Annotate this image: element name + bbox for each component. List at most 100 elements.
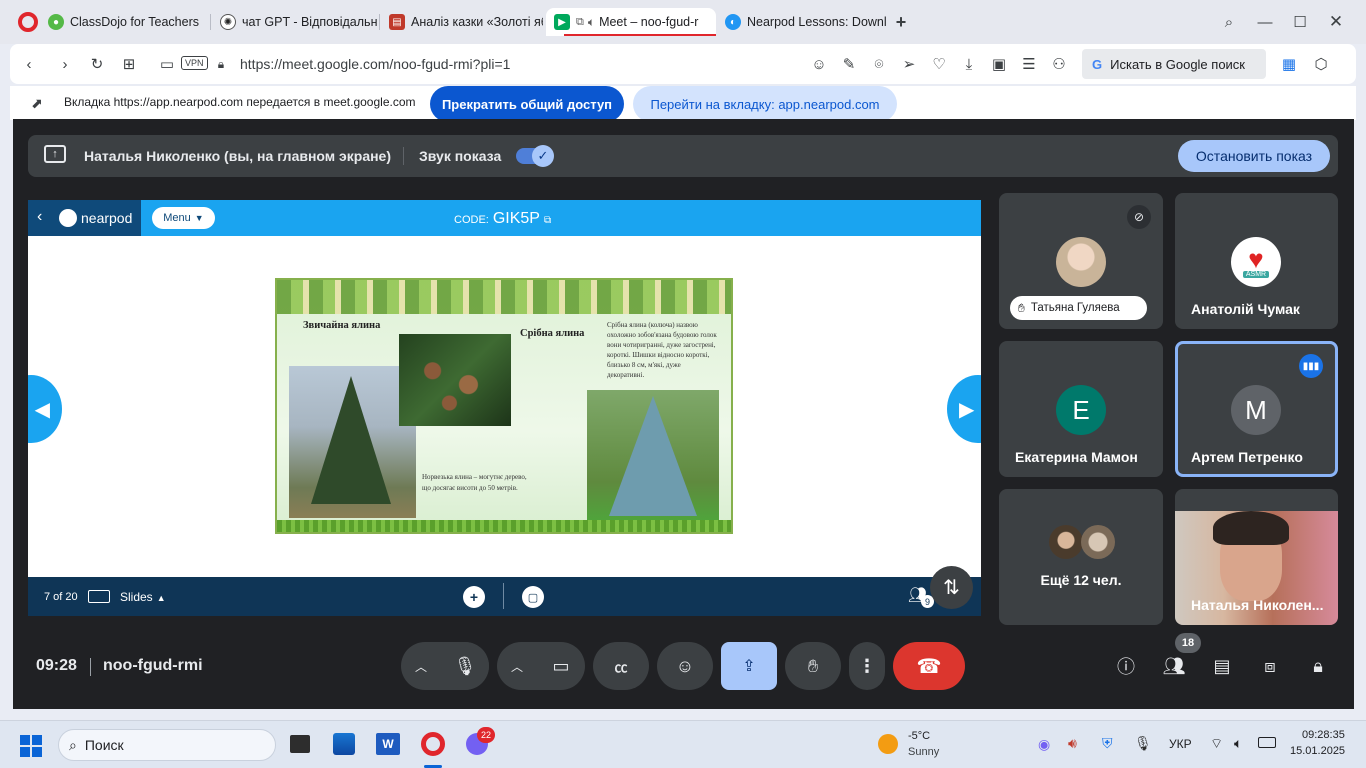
share-sound-toggle[interactable]: ✓ xyxy=(516,145,554,167)
store-icon[interactable] xyxy=(333,733,355,755)
chevron-up-icon[interactable]: ︿ xyxy=(401,658,441,675)
whiteboard-button[interactable]: ▢ xyxy=(522,586,544,608)
windows-taskbar: ⌕ Поиск W 22 -5°C Sunny ◉ 🔊︎ ⛨ 🎙︎ УКР ⌔ … xyxy=(0,720,1366,768)
mic-button[interactable]: 🎙︎ xyxy=(441,642,489,690)
close-window-button[interactable]: ✕ xyxy=(1325,11,1347,33)
participant-tile-speaking[interactable]: ▮▮▮ M Артем Петренко xyxy=(1175,341,1338,477)
self-video-tile[interactable]: Наталья Николен... xyxy=(1175,489,1338,625)
start-button[interactable] xyxy=(20,735,42,757)
caret-down-icon: ▼ xyxy=(194,213,204,223)
url-field[interactable]: https://meet.google.com/noo-fgud-rmi?pli… xyxy=(240,56,510,72)
people-icon[interactable]: 👥︎ xyxy=(1162,654,1186,678)
volume-red-icon[interactable]: 🔊︎ xyxy=(1068,735,1077,752)
participant-tile[interactable]: ⊘ ✋︎ Татьяна Гуляева xyxy=(999,193,1163,329)
reactions-button[interactable]: ☺ xyxy=(657,642,713,690)
slide-canvas: Звичайна ялина Срібна ялина Срібна ялина… xyxy=(275,236,733,576)
security-icon[interactable]: ⛨ xyxy=(1102,735,1113,752)
google-icon: G xyxy=(1092,56,1103,72)
forward-button[interactable]: › xyxy=(54,53,76,75)
emoji-icon[interactable]: ☺ xyxy=(808,53,830,75)
settings-easy-icon[interactable]: ☰ xyxy=(1018,53,1040,75)
lock-icon[interactable]: 🔒︎ xyxy=(210,53,232,75)
volume-icon[interactable]: 🔈︎ xyxy=(1234,735,1242,752)
slides-panel-icon[interactable] xyxy=(88,590,110,603)
speed-dial-icon[interactable]: ⊞ xyxy=(118,53,140,75)
reload-button[interactable]: ↻ xyxy=(86,53,108,75)
task-view-icon[interactable] xyxy=(290,735,310,753)
google-search-box[interactable]: G Искать в Google поиск xyxy=(1082,49,1266,79)
opera-logo-icon[interactable] xyxy=(18,12,38,32)
back-button[interactable]: ‹ xyxy=(18,53,40,75)
participant-tile[interactable]: ♥ ASMR Анатолій Чумак xyxy=(1175,193,1338,329)
stop-presenting-button[interactable]: Остановить показ xyxy=(1178,140,1330,172)
tab-nearpod[interactable]: ◐ Nearpod Lessons: Downlo xyxy=(717,8,887,36)
google-search-label: Искать в Google поиск xyxy=(1110,56,1245,72)
tab-chatgpt[interactable]: ✺ чат GPT - Відповідальніст xyxy=(212,8,377,36)
clock-time[interactable]: 09:28:35 xyxy=(1302,729,1345,741)
player-icon[interactable]: ▣ xyxy=(988,53,1010,75)
info-icon[interactable]: ⓘ xyxy=(1114,654,1138,678)
profile-icon[interactable]: ⚇ xyxy=(1048,53,1070,75)
weather-temp[interactable]: -5°C xyxy=(908,730,930,742)
tab-label: ClassDojo for Teachers xyxy=(70,15,199,29)
participant-name: Татьяна Гуляева xyxy=(1030,302,1120,314)
more-options-button[interactable]: ⋮ xyxy=(849,642,885,690)
taskbar-search[interactable]: ⌕ Поиск xyxy=(58,729,276,761)
more-participants-tile[interactable]: Ещё 12 чел. xyxy=(999,489,1163,625)
opera-taskbar-icon[interactable] xyxy=(421,732,445,756)
battery-icon[interactable] xyxy=(1258,737,1276,748)
external-link-icon[interactable]: ⧉ xyxy=(544,215,551,226)
presenting-bar: ↑ Наталья Николенко (вы, на главном экра… xyxy=(28,135,1338,177)
captions-button[interactable]: ㏄ xyxy=(593,642,649,690)
chevron-up-icon[interactable]: ︿ xyxy=(497,658,537,675)
nearpod-menu-button[interactable]: Menu ▼ xyxy=(152,207,215,229)
next-slide-button[interactable]: ▶ xyxy=(947,375,981,443)
slides-toggle[interactable]: Slides ▲ xyxy=(120,590,166,604)
host-controls-icon[interactable]: 🔒︎ xyxy=(1306,654,1330,678)
microphone-tray-icon[interactable]: 🎙︎ xyxy=(1134,735,1152,752)
tab-analysis[interactable]: ▤ Аналіз казки «Золоті ябл xyxy=(381,8,543,36)
wifi-icon[interactable]: ⌔ xyxy=(1210,735,1223,753)
participant-name: Наталья Николен... xyxy=(1191,597,1324,613)
tab-meet[interactable]: ▶ ⧉ 🔈︎ Meet – noo-fgud-r xyxy=(546,8,716,36)
stop-sharing-button[interactable]: Прекратить общий доступ xyxy=(430,86,624,122)
present-button[interactable]: ⇪ xyxy=(721,642,777,690)
edit-icon[interactable]: ✎ xyxy=(838,53,860,75)
participant-tile[interactable]: E Екатерина Мамон xyxy=(999,341,1163,477)
leave-call-button[interactable]: ☎︎ xyxy=(893,642,965,690)
tab-classdojo[interactable]: ● ClassDojo for Teachers xyxy=(40,8,208,36)
clock-date[interactable]: 15.01.2025 xyxy=(1290,745,1345,757)
language-indicator[interactable]: УКР xyxy=(1169,737,1192,751)
viber-tray-icon[interactable]: ◉ xyxy=(1038,736,1050,753)
nearpod-logo-icon xyxy=(59,209,77,227)
leaf-border xyxy=(277,280,731,314)
vpn-badge[interactable]: VPN xyxy=(181,56,208,70)
go-to-tab-button[interactable]: Перейти на вкладку: app.nearpod.com xyxy=(633,86,897,122)
add-activity-button[interactable]: + xyxy=(463,586,485,608)
speaking-indicator-icon: ▮▮▮ xyxy=(1299,354,1323,378)
heart-icon[interactable]: ♡ xyxy=(928,53,950,75)
prev-slide-button[interactable]: ◀ xyxy=(28,375,62,443)
share-sound-label: Звук показа xyxy=(419,148,502,164)
new-tab-button[interactable]: + xyxy=(890,11,912,33)
back-icon[interactable]: ‹ xyxy=(37,208,42,226)
snapshot-icon[interactable]: ⌾ xyxy=(868,53,890,75)
download-icon[interactable]: ⤓ xyxy=(958,53,980,75)
sidebar-icon[interactable]: ▦ xyxy=(1278,53,1300,75)
send-icon[interactable]: ➢ xyxy=(898,53,920,75)
swap-layout-button[interactable]: ⇅ xyxy=(930,566,973,609)
maximize-button[interactable]: ☐ xyxy=(1289,11,1311,33)
camera-button[interactable]: ▭ xyxy=(537,656,585,677)
search-tabs-icon[interactable]: ⌕ xyxy=(1218,11,1240,33)
chat-icon[interactable]: ▤ xyxy=(1210,654,1234,678)
slides-label: Slides xyxy=(120,590,153,604)
slide-text-right: Срібна ялина (колюча) назвою охоложно зо… xyxy=(607,321,717,379)
activities-icon[interactable]: ⧈ xyxy=(1258,654,1282,678)
classdojo-icon: ● xyxy=(48,14,64,30)
extensions-icon[interactable]: ⬡ xyxy=(1310,53,1332,75)
word-icon[interactable]: W xyxy=(376,733,400,755)
raise-hand-button[interactable]: ✋︎ xyxy=(785,642,841,690)
camera-icon[interactable]: ▭ xyxy=(156,53,178,75)
minimize-button[interactable]: — xyxy=(1254,11,1276,33)
weather-desc[interactable]: Sunny xyxy=(908,746,939,758)
